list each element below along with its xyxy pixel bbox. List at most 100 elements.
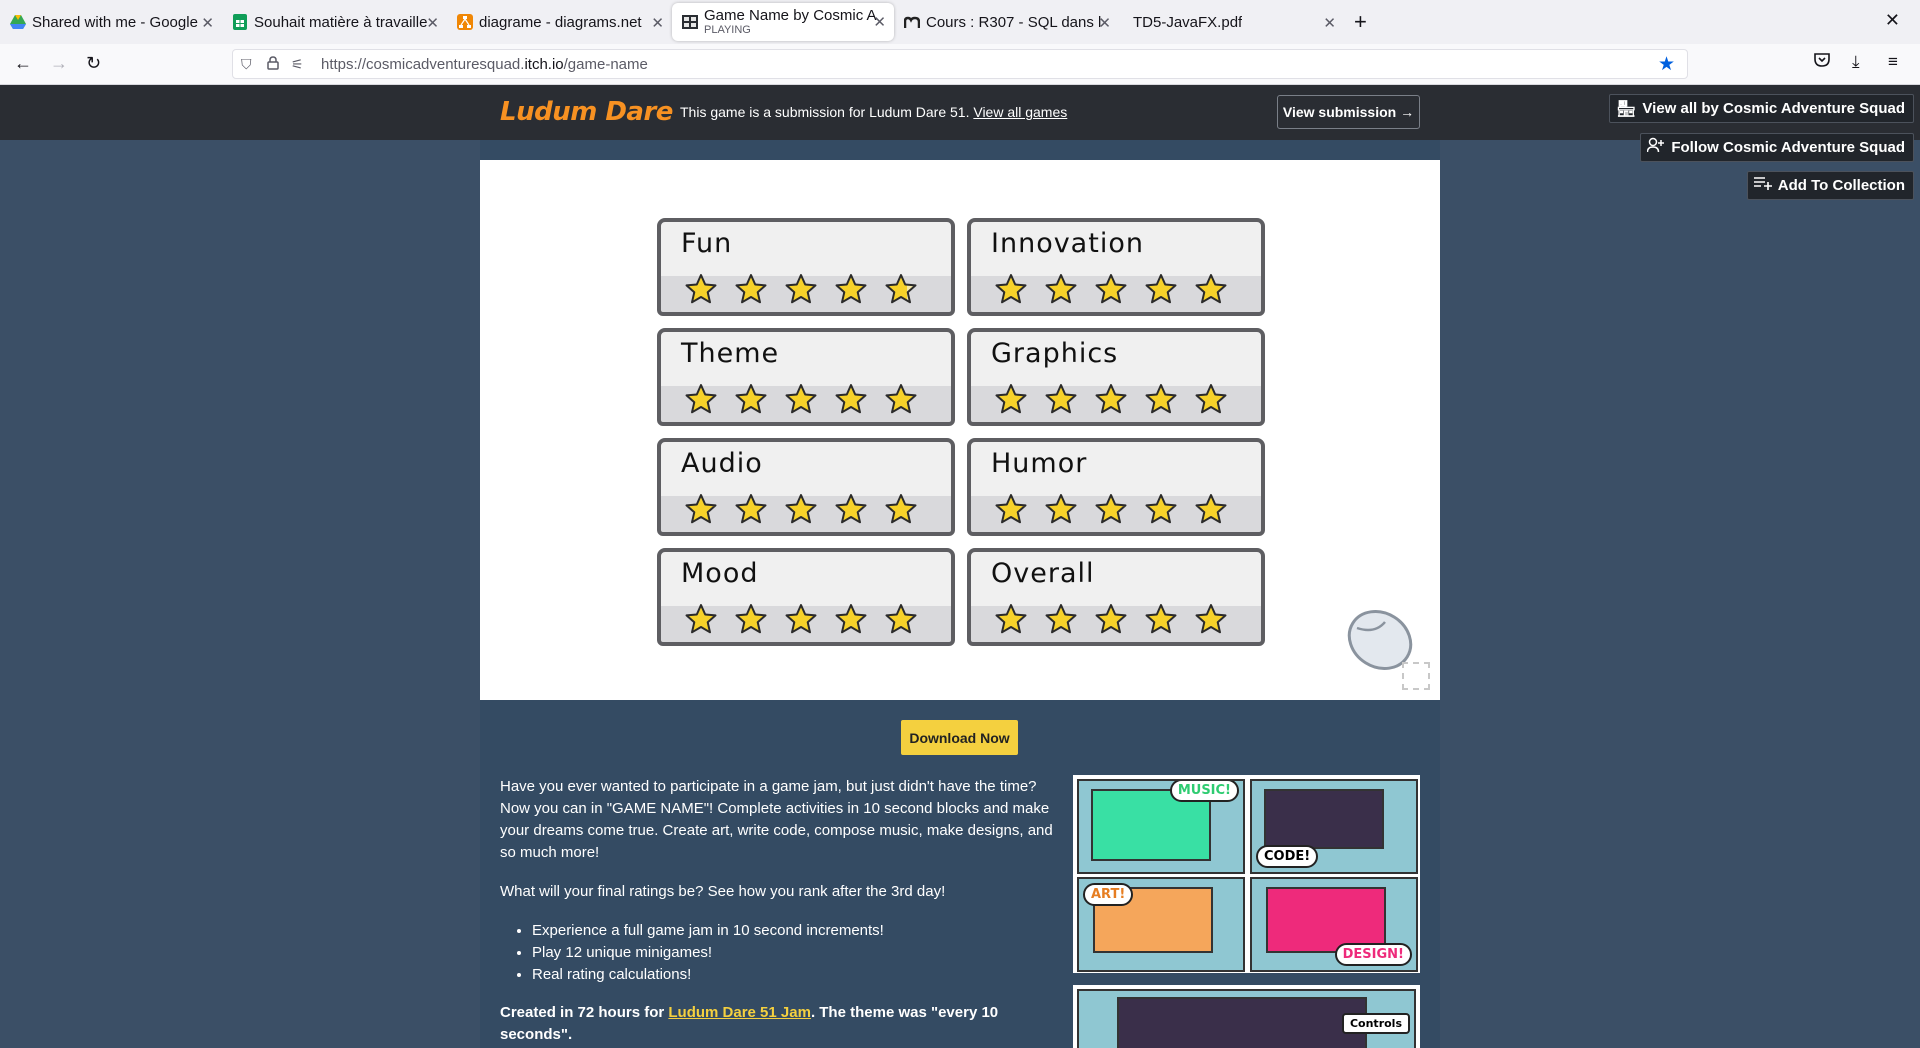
rating-label: Humor [991, 448, 1088, 479]
star-icon [885, 274, 917, 304]
ludum-dare-logo[interactable]: Ludum Dare [500, 97, 673, 127]
tab-diagrams[interactable]: diagrame - diagrams.net ✕ [447, 4, 672, 40]
rating-label: Audio [681, 448, 763, 479]
tab-google-sheets[interactable]: Souhait matière à travaille ✕ [222, 4, 447, 40]
tab-title: TD5-JavaFX.pdf [1133, 13, 1243, 31]
rating-label: Mood [681, 558, 759, 589]
screenshot-image[interactable]: Controls [1073, 985, 1420, 1048]
pocket-icon[interactable] [1814, 52, 1830, 72]
rating-card-audio: Audio [657, 438, 955, 536]
star-icon [885, 604, 917, 634]
star-icon [785, 494, 817, 524]
tab-google-drive[interactable]: Shared with me - Google ✕ [0, 4, 222, 40]
star-icon [1095, 494, 1127, 524]
star-icon [835, 274, 867, 304]
close-tab-icon[interactable]: ✕ [651, 14, 664, 32]
star-icon [835, 384, 867, 414]
game-embed-frame[interactable]: Fun Innovation Theme Graphics Audio Humor Mood… [480, 160, 1440, 700]
star-icon [735, 604, 767, 634]
address-bar[interactable]: ⛉ ⚟ https://cosmicadventuresquad.itch.io… [232, 49, 1688, 79]
star-icon [1195, 274, 1227, 304]
star-icon [685, 604, 717, 634]
forward-arrow-icon[interactable]: → [50, 53, 68, 74]
tab-title: Shared with me - Google [32, 13, 198, 31]
star-icon [785, 604, 817, 634]
lock-icon[interactable] [267, 56, 279, 73]
rating-label: Innovation [991, 228, 1144, 259]
view-submission-button[interactable]: View submission → [1277, 95, 1420, 129]
feature-list: Experience a full game jam in 10 second … [532, 920, 1055, 986]
downloads-icon[interactable]: ⤓ [1852, 52, 1860, 72]
reload-icon[interactable]: ↻ [86, 53, 101, 74]
tab-td5-pdf[interactable]: TD5-JavaFX.pdf ✕ [1119, 4, 1344, 40]
star-icon [1195, 494, 1227, 524]
fullscreen-icon[interactable] [1402, 662, 1430, 690]
game-description: Have you ever wanted to participate in a… [500, 776, 1055, 1048]
view-all-label: View all by Cosmic Adventure Squad [1642, 100, 1905, 117]
description-paragraph: What will your final ratings be? See how… [500, 883, 946, 900]
code-panel-large: Controls [1077, 989, 1416, 1048]
submission-notice: This game is a submission for Ludum Dare… [680, 104, 1067, 120]
add-collection-label: Add To Collection [1777, 177, 1905, 194]
code-panel: CODE! [1250, 779, 1418, 874]
star-icon [1045, 384, 1077, 414]
rating-card-mood: Mood [657, 548, 955, 646]
star-icon [835, 604, 867, 634]
close-tab-icon[interactable]: ✕ [1323, 14, 1336, 32]
view-all-by-button[interactable]: 🏪︎ View all by Cosmic Adventure Squad [1609, 94, 1914, 123]
shield-icon[interactable]: ⛉ [241, 56, 252, 73]
tab-strip: Shared with me - Google ✕ Souhait matièr… [0, 0, 1920, 44]
star-icon [1095, 274, 1127, 304]
bookmark-star-icon[interactable]: ★ [1658, 53, 1675, 76]
controls-label: Controls [1341, 1013, 1410, 1034]
view-all-games-link[interactable]: View all games [973, 104, 1067, 120]
close-tab-icon[interactable]: ✕ [201, 14, 214, 32]
moodle-icon [904, 14, 920, 30]
star-icon [1145, 384, 1177, 414]
url-text[interactable]: https://cosmicadventuresquad.itch.io/gam… [321, 56, 648, 73]
follow-label: Follow Cosmic Adventure Squad [1671, 139, 1905, 156]
follow-button[interactable]: Follow Cosmic Adventure Squad [1640, 133, 1914, 162]
rating-label: Overall [991, 558, 1095, 589]
tab-title: Souhait matière à travaille [254, 13, 428, 31]
ludum-dare-51-jam-link[interactable]: Ludum Dare 51 Jam [668, 1004, 811, 1021]
menu-hamburger-icon[interactable]: ≡ [1888, 52, 1898, 72]
star-icon [785, 384, 817, 414]
created-note: Created in 72 hours for Ludum Dare 51 Ja… [500, 1002, 1055, 1046]
star-icon [885, 494, 917, 524]
description-paragraph: Have you ever wanted to participate in a… [500, 778, 1053, 861]
star-icon [1145, 604, 1177, 634]
tab-title: Game Name by Cosmic A [704, 8, 877, 24]
design-panel: DESIGN! [1250, 877, 1418, 972]
star-icon [685, 384, 717, 414]
star-icon [1045, 604, 1077, 634]
tab-title: Cours : R307 - SQL dans l [926, 13, 1102, 31]
tab-cours-r307[interactable]: Cours : R307 - SQL dans l ✕ [894, 4, 1119, 40]
list-item: Experience a full game jam in 10 second … [532, 920, 1055, 942]
rating-card-graphics: Graphics [967, 328, 1265, 426]
close-tab-icon[interactable]: ✕ [426, 14, 439, 32]
close-tab-icon[interactable]: ✕ [1098, 14, 1111, 32]
tab-game-name[interactable]: Game Name by Cosmic A PLAYING ✕ [672, 3, 894, 41]
download-now-button[interactable]: Download Now [901, 720, 1018, 755]
add-to-collection-button[interactable]: Add To Collection [1746, 171, 1914, 200]
star-rating [685, 603, 917, 635]
star-icon [735, 384, 767, 414]
star-icon [785, 274, 817, 304]
music-panel: MUSIC! [1077, 779, 1245, 874]
star-rating [685, 493, 917, 525]
back-arrow-icon[interactable]: ← [14, 53, 32, 74]
screenshot-image[interactable]: MUSIC! CODE! ART! DESIGN! [1073, 775, 1420, 973]
window-close-icon[interactable]: ✕ [1885, 10, 1900, 31]
close-tab-icon[interactable]: ✕ [873, 13, 886, 31]
code-screen [1264, 789, 1384, 849]
art-panel: ART! [1077, 877, 1245, 972]
new-tab-icon[interactable]: + [1354, 9, 1367, 35]
diagrams-net-icon [457, 14, 473, 30]
permissions-icon[interactable]: ⚟ [291, 56, 304, 73]
rating-card-fun: Fun [657, 218, 955, 316]
tab-title: diagrame - diagrams.net [479, 13, 642, 31]
star-icon [685, 494, 717, 524]
rating-label: Graphics [991, 338, 1119, 369]
star-icon [995, 274, 1027, 304]
